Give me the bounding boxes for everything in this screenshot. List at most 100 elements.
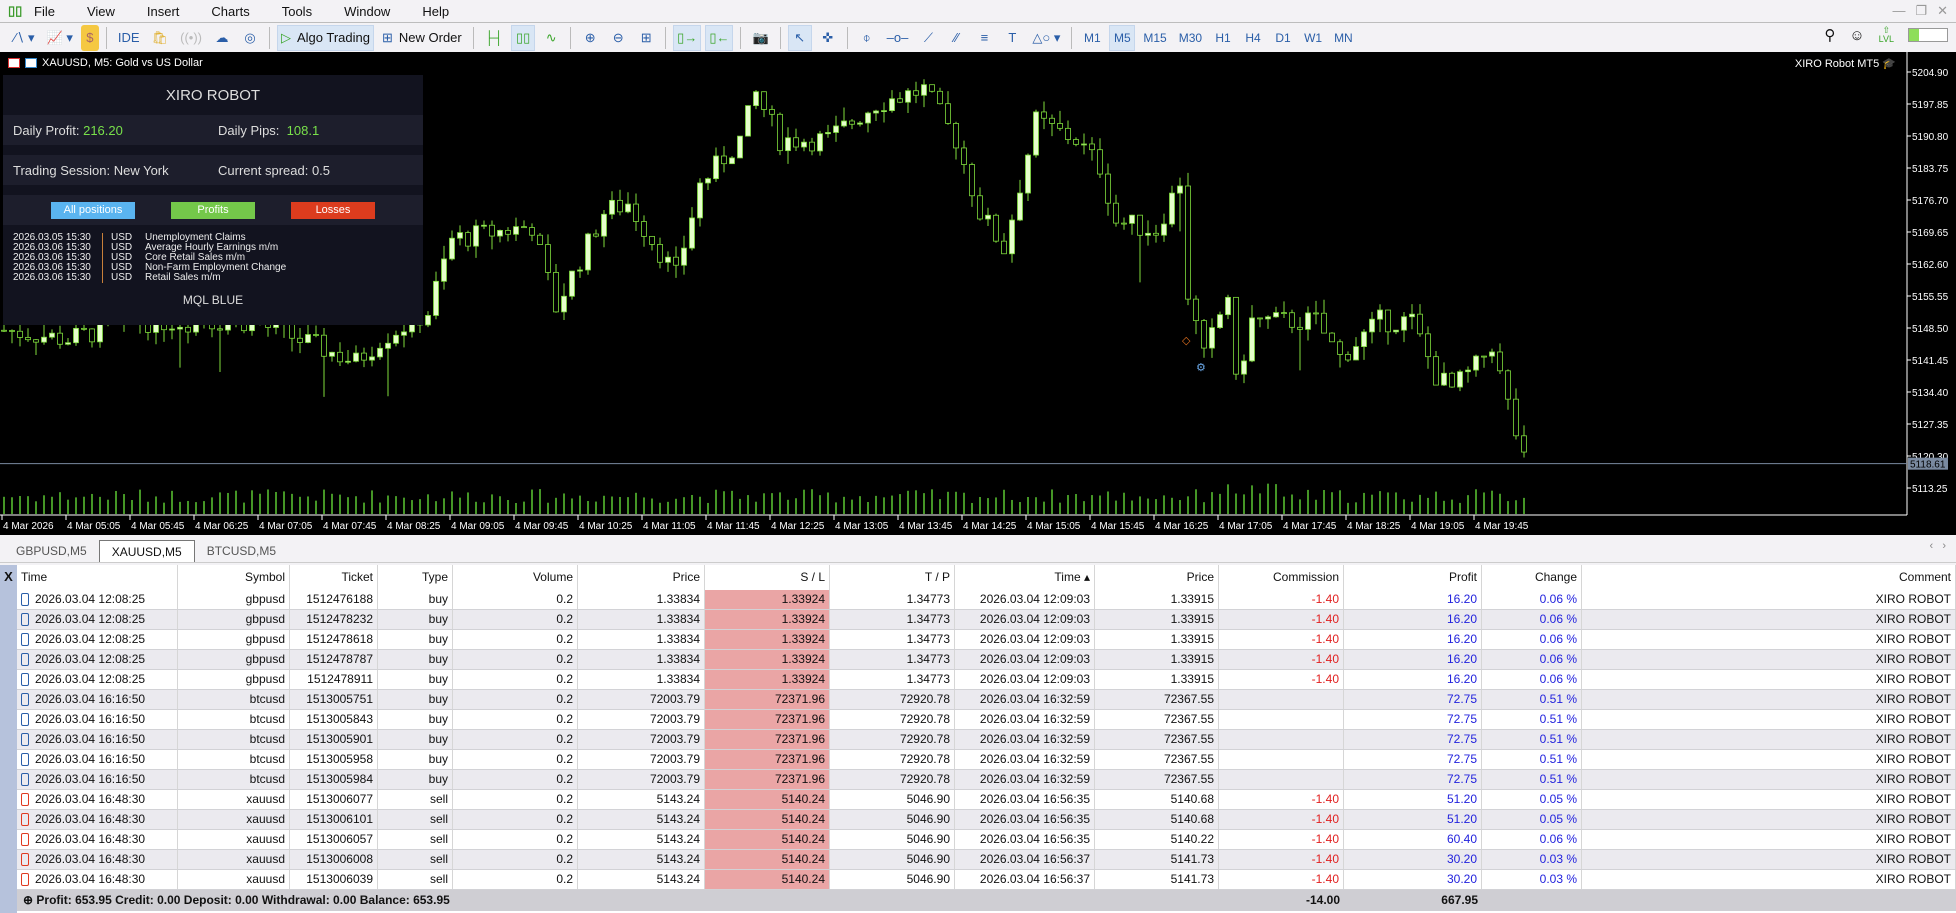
user-account-icon[interactable]: ☺ [1849,27,1864,44]
table-row[interactable]: 2026.03.04 12:08:25 gbpusd 1512478787 buy 0.… [17,650,1956,670]
expand-icon[interactable]: ⊕ [23,893,33,907]
timeframe-m15[interactable]: M15 [1139,25,1170,51]
menu-file[interactable]: File [34,4,69,19]
column-header[interactable]: Time [17,565,178,590]
column-header[interactable]: T / P [830,565,955,590]
menu-tools[interactable]: Tools [282,4,326,19]
table-row[interactable]: 2026.03.04 16:48:30 xauusd 1513006057 sell 0… [17,830,1956,850]
column-header[interactable]: Ticket [290,565,378,590]
restore-icon[interactable]: ❐ [1915,3,1927,19]
chart-menu-icon[interactable] [8,58,20,68]
chart-trade-icon[interactable] [25,58,37,68]
timeframe-m30[interactable]: M30 [1175,25,1206,51]
tab-btcusd[interactable]: BTCUSD,M5 [195,540,288,562]
screenshot-icon[interactable]: 📷 [748,25,772,51]
close-toolbox-button[interactable]: X [0,565,17,913]
zoom-in-icon[interactable]: ⊕ [578,25,602,51]
chart-shift-icon[interactable]: ▯← [705,24,734,51]
table-row[interactable]: 2026.03.04 16:16:50 btcusd 1513005901 buy 0.… [17,730,1956,750]
column-header[interactable]: Type [378,565,453,590]
profits-button[interactable]: Profits [171,201,255,219]
timeframe-w1[interactable]: W1 [1300,25,1326,51]
menu-view[interactable]: View [87,4,129,19]
bar-chart-icon[interactable]: ├┤ [481,25,507,51]
tile-windows-icon[interactable]: ⊞ [634,25,658,51]
ide-button[interactable]: IDE [114,25,144,51]
dollar-icon[interactable]: $ [80,24,99,51]
tab-xauusd[interactable]: XAUUSD,M5 [98,540,195,562]
cursor-icon[interactable]: ↖ [787,24,812,51]
market-bag-icon[interactable]: 🛍 [148,25,173,51]
tab-gbpusd[interactable]: GBPUSD,M5 [4,540,99,562]
fibonacci-icon[interactable]: ≡ [972,25,996,51]
text-icon[interactable]: T [1000,25,1024,51]
table-row[interactable]: 2026.03.04 16:16:50 btcusd 1513005751 buy 0.… [17,690,1956,710]
column-header[interactable]: Profit [1344,565,1482,590]
tab-scroll-arrows[interactable]: ‹ › [1930,540,1947,552]
line-chart-icon[interactable]: ∿ [539,25,563,51]
table-row[interactable]: 2026.03.04 16:48:30 xauusd 1513006008 sell 0… [17,850,1956,870]
table-row[interactable]: 2026.03.04 12:08:25 gbpusd 1512478911 buy 0.… [17,670,1956,690]
cell-text: 0.2 [556,652,573,666]
table-row[interactable]: 2026.03.04 16:16:50 btcusd 1513005958 buy 0.… [17,750,1956,770]
table-row[interactable]: 2026.03.04 16:48:30 xauusd 1513006039 sell 0… [17,870,1956,890]
table-row[interactable]: 2026.03.04 12:08:25 gbpusd 1512478618 buy 0.… [17,630,1956,650]
price-chart[interactable]: 5204.90 5197.85 5190.80 5183.75 5176.70 5169.… [0,52,1956,535]
candlestick-chart-icon[interactable]: ▯▯ [511,24,536,51]
column-header[interactable]: Volume [453,565,578,590]
vps-cloud-icon[interactable]: ☁ [210,25,234,51]
vertical-line-icon[interactable]: ⌽ [855,25,879,51]
column-header[interactable]: Price [578,565,705,590]
signals-icon[interactable]: ((•)) [176,25,206,51]
timeframe-h1[interactable]: H1 [1210,25,1236,51]
channel-icon[interactable]: ⁄⁄ [944,25,968,51]
add-account-icon[interactable]: ◎ [238,25,262,51]
expert-advisor-label[interactable]: XIRO Robot MT5 🎓 [1795,57,1896,70]
indicators-icon[interactable]: 📈 ▾ [43,25,77,51]
column-header[interactable]: Comment [1582,565,1956,590]
new-order-button[interactable]: ⊞ New Order [378,25,466,51]
auto-scroll-icon[interactable]: ▯→ [673,24,702,51]
shapes-icon[interactable]: △○ ▾ [1028,25,1064,51]
column-header[interactable]: Symbol [178,565,290,590]
menu-insert[interactable]: Insert [147,4,194,19]
timeframe-h4[interactable]: H4 [1240,25,1266,51]
column-header[interactable]: Price [1095,565,1219,590]
column-header[interactable]: Time ▴ [955,565,1095,590]
close-icon[interactable]: ✕ [1937,3,1948,19]
search-icon[interactable]: ⚲ [1824,26,1835,44]
menu-window[interactable]: Window [344,4,404,19]
table-row[interactable]: 2026.03.04 12:08:25 gbpusd 1512476188 buy 0.… [17,590,1956,610]
menu-charts[interactable]: Charts [211,4,263,19]
column-header[interactable]: S / L [705,565,830,590]
timeframe-d1[interactable]: D1 [1270,25,1296,51]
timeframe-mn[interactable]: MN [1330,25,1357,51]
column-header[interactable]: Change [1482,565,1582,590]
time-tick-label: 4 Mar 13:05 [835,521,889,532]
table-row[interactable]: 2026.03.04 16:16:50 btcusd 1513005984 buy 0.… [17,770,1956,790]
zoom-out-icon[interactable]: ⊖ [606,25,630,51]
crosshair-icon[interactable]: ✜ [816,25,840,51]
horizontal-line-icon[interactable]: –o– [883,25,913,51]
losses-button[interactable]: Losses [291,201,375,219]
algo-trading-button[interactable]: ▷ Algo Trading [276,24,374,51]
level-icon[interactable]: ⇧ LVL [1879,26,1894,44]
menu-help[interactable]: Help [422,4,463,19]
trendline-icon[interactable]: ⟋ [916,25,940,51]
new-order-icon: ⊞ [381,29,393,45]
timeframe-m5[interactable]: M5 [1109,24,1136,51]
cell-text: 2026.03.04 16:56:35 [979,812,1090,826]
timeframe-m1[interactable]: M1 [1079,25,1105,51]
column-header[interactable]: Commission [1219,565,1344,590]
table-row[interactable]: 2026.03.04 12:08:25 gbpusd 1512478232 buy 0.… [17,610,1956,630]
bull-candle [625,203,631,213]
table-row[interactable]: 2026.03.04 16:48:30 xauusd 1513006101 sell 0… [17,810,1956,830]
cell-text: 1513006077 [306,792,373,806]
chart-type-line-icon[interactable]: ∕∖ ▾ [10,25,39,51]
table-row[interactable]: 2026.03.04 16:48:30 xauusd 1513006077 sell 0… [17,790,1956,810]
cell-text: 72920.78 [899,772,950,786]
table-row[interactable]: 2026.03.04 16:16:50 btcusd 1513005843 buy 0.… [17,710,1956,730]
separator [268,26,270,49]
minimize-icon[interactable]: — [1892,3,1905,19]
all-positions-button[interactable]: All positions [51,201,135,219]
